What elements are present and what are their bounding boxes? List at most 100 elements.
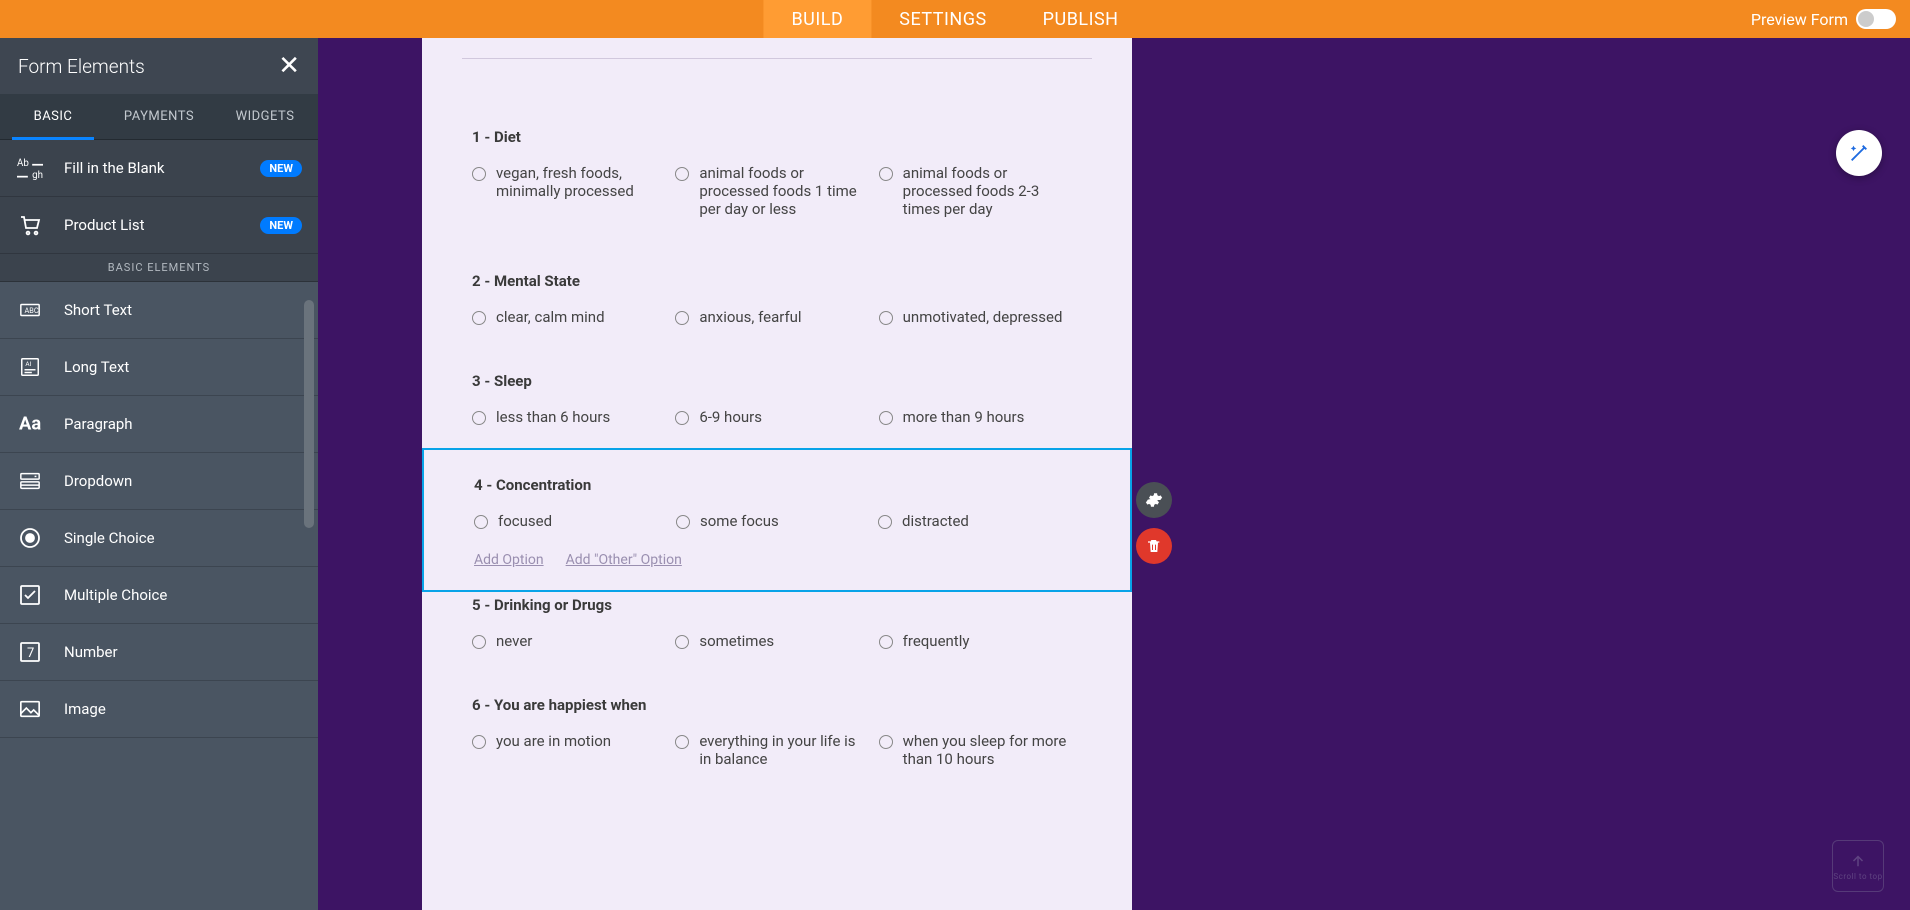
sidebar-tab-widgets[interactable]: WIDGETS [212, 94, 318, 139]
question-title: 1 - Diet [472, 128, 1082, 146]
element-short-text[interactable]: ABC Short Text [0, 282, 318, 339]
element-label: Multiple Choice [64, 586, 167, 604]
long-text-icon: AI [16, 356, 44, 378]
radio-icon [676, 515, 690, 529]
radio-icon [879, 635, 893, 649]
option[interactable]: vegan, fresh foods, minimally processed [472, 164, 675, 218]
field-delete-button[interactable] [1136, 528, 1172, 564]
element-multiple-choice[interactable]: Multiple Choice [0, 567, 318, 624]
option[interactable]: anxious, fearful [675, 308, 878, 326]
option[interactable]: animal foods or processed foods 1 time p… [675, 164, 878, 218]
scroll-to-top-button[interactable]: Scroll to top [1832, 840, 1884, 892]
element-label: Short Text [64, 301, 132, 319]
sidebar-tab-payments[interactable]: PAYMENTS [106, 94, 212, 139]
question-diet[interactable]: 1 - Diet vegan, fresh foods, minimally p… [472, 128, 1082, 218]
options: vegan, fresh foods, minimally processed … [472, 164, 1082, 218]
dropdown-icon [16, 470, 44, 492]
short-text-icon: ABC [16, 299, 44, 321]
field-settings-button[interactable] [1136, 482, 1172, 518]
options: clear, calm mind anxious, fearful unmoti… [472, 308, 1082, 326]
element-fill-in-the-blank[interactable]: Abgh Fill in the Blank NEW [0, 140, 318, 197]
field-actions [1136, 482, 1172, 564]
checkbox-icon [16, 583, 44, 607]
option-label: focused [498, 512, 552, 530]
preview-form-label: Preview Form [1751, 10, 1848, 29]
tab-build[interactable]: BUILD [763, 0, 871, 38]
options: focused some focus distracted [474, 512, 1080, 530]
option[interactable]: clear, calm mind [472, 308, 675, 326]
element-long-text[interactable]: AI Long Text [0, 339, 318, 396]
option[interactable]: more than 9 hours [879, 408, 1082, 426]
form-canvas[interactable]: 1 - Diet vegan, fresh foods, minimally p… [422, 38, 1132, 910]
number-icon: 7 [16, 640, 44, 664]
option[interactable]: some focus [676, 512, 878, 530]
question-concentration-selected[interactable]: 4 - Concentration focused some focus dis… [422, 448, 1132, 592]
option[interactable]: you are in motion [472, 732, 675, 768]
wand-icon [1848, 142, 1870, 164]
divider [462, 58, 1092, 59]
option[interactable]: frequently [879, 632, 1082, 650]
element-label: Long Text [64, 358, 129, 376]
option-label: clear, calm mind [496, 308, 605, 326]
question-sleep[interactable]: 3 - Sleep less than 6 hours 6-9 hours mo… [472, 372, 1082, 426]
tab-settings[interactable]: SETTINGS [871, 0, 1014, 38]
question-mental-state[interactable]: 2 - Mental State clear, calm mind anxiou… [472, 272, 1082, 326]
cart-icon [16, 213, 44, 237]
element-dropdown[interactable]: Dropdown [0, 453, 318, 510]
option[interactable]: unmotivated, depressed [879, 308, 1082, 326]
option[interactable]: distracted [878, 512, 1080, 530]
options: never sometimes frequently [472, 632, 1082, 650]
question-title[interactable]: 4 - Concentration [474, 476, 1080, 494]
option[interactable]: never [472, 632, 675, 650]
radio-icon [472, 735, 486, 749]
radio-icon [879, 735, 893, 749]
option-label: everything in your life is in balance [699, 732, 864, 768]
radio-icon [675, 311, 689, 325]
element-list: Abgh Fill in the Blank NEW Product List … [0, 140, 318, 910]
element-product-list[interactable]: Product List NEW [0, 197, 318, 254]
add-option-link[interactable]: Add Option [474, 552, 544, 568]
option[interactable]: everything in your life is in balance [675, 732, 878, 768]
tab-publish-label: PUBLISH [1043, 9, 1119, 30]
option[interactable]: when you sleep for more than 10 hours [879, 732, 1082, 768]
close-icon[interactable]: ✕ [278, 51, 300, 81]
option-label: more than 9 hours [903, 408, 1025, 426]
new-badge: NEW [260, 217, 302, 234]
sidebar-tab-basic[interactable]: BASIC [0, 94, 106, 139]
preview-toggle[interactable] [1856, 9, 1896, 29]
element-number[interactable]: 7 Number [0, 624, 318, 681]
gear-icon [1145, 491, 1163, 509]
new-badge: NEW [260, 160, 302, 177]
add-option-links: Add Option Add "Other" Option [474, 552, 1080, 568]
arrow-up-icon [1849, 852, 1867, 870]
option[interactable]: animal foods or processed foods 2-3 time… [879, 164, 1082, 218]
theme-wand-button[interactable] [1836, 130, 1882, 176]
radio-icon [472, 311, 486, 325]
element-single-choice[interactable]: Single Choice [0, 510, 318, 567]
radio-icon [675, 735, 689, 749]
question-drinking-drugs[interactable]: 5 - Drinking or Drugs never sometimes fr… [472, 596, 1082, 650]
radio-icon [878, 515, 892, 529]
svg-text:Aa: Aa [19, 414, 41, 435]
preview-form-control[interactable]: Preview Form [1751, 0, 1896, 38]
tab-publish[interactable]: PUBLISH [1015, 0, 1147, 38]
option[interactable]: 6-9 hours [675, 408, 878, 426]
option[interactable]: sometimes [675, 632, 878, 650]
question-happiest-when[interactable]: 6 - You are happiest when you are in mot… [472, 696, 1082, 768]
element-paragraph[interactable]: Aa Paragraph [0, 396, 318, 453]
svg-text:gh: gh [32, 170, 43, 181]
sidebar-scrollbar[interactable] [304, 300, 314, 528]
radio-icon [675, 411, 689, 425]
radio-icon [879, 311, 893, 325]
add-other-option-link[interactable]: Add "Other" Option [566, 552, 682, 568]
fill-blank-icon: Abgh [16, 155, 44, 181]
option-label: animal foods or processed foods 1 time p… [699, 164, 864, 218]
option[interactable]: focused [474, 512, 676, 530]
option-label: less than 6 hours [496, 408, 610, 426]
element-label: Image [64, 700, 106, 718]
svg-text:ABC: ABC [25, 306, 39, 315]
element-image[interactable]: Image [0, 681, 318, 738]
option-label: never [496, 632, 532, 650]
option[interactable]: less than 6 hours [472, 408, 675, 426]
sidebar-tab-payments-label: PAYMENTS [124, 109, 194, 124]
